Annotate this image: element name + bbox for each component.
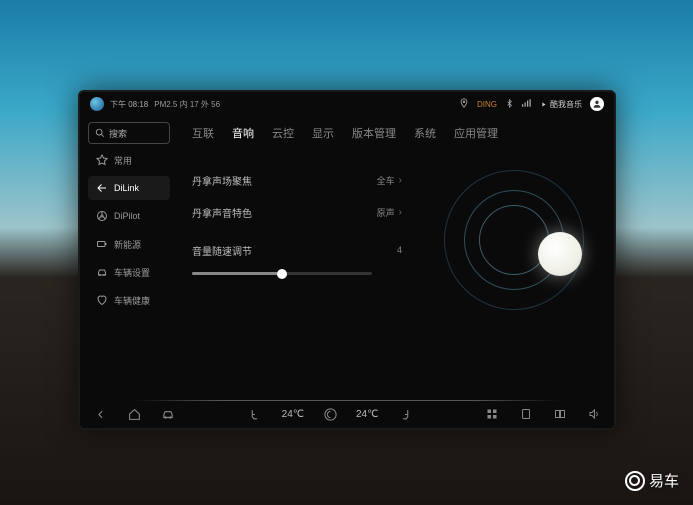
slider-fill (192, 272, 282, 275)
tab-apps[interactable]: 应用管理 (454, 125, 498, 141)
chevron-right-icon: › (399, 207, 402, 218)
sidebar-label: 新能源 (114, 238, 141, 251)
audio-settings: 丹拿声场聚焦 全车 › 丹拿声音特色 原声 › 音量随速调节 4 (192, 164, 402, 275)
music-button[interactable]: 酷我音乐 (540, 99, 582, 110)
star-icon (96, 154, 108, 166)
setting-sound-tone[interactable]: 丹拿声音特色 原声 › (192, 196, 402, 228)
search-icon (95, 128, 105, 138)
slider-knob[interactable] (277, 269, 287, 279)
status-bar: 下午 08:18 PM2.5 内 17 外 56 DING 酷我音乐 (80, 92, 614, 116)
focus-orb[interactable] (538, 232, 582, 276)
setting-label: 丹拿声场聚焦 (192, 173, 252, 188)
sidebar: 搜索 常用 DiLink DiPilot 新能源 车辆设置 (80, 116, 178, 404)
signal-icon (522, 99, 532, 109)
sidebar-item-vehicle-health[interactable]: 车辆健康 (88, 288, 170, 312)
tab-cloud[interactable]: 云控 (272, 125, 294, 141)
setting-value: 原声 (377, 206, 395, 219)
steering-icon (96, 210, 108, 222)
sidebar-item-dilink[interactable]: DiLink (88, 176, 170, 200)
bluetooth-icon[interactable] (505, 99, 514, 110)
tab-connect[interactable]: 互联 (192, 125, 214, 141)
back-icon (96, 182, 108, 194)
sidebar-item-energy[interactable]: 新能源 (88, 232, 170, 256)
tab-bar: 互联 音响 云控 显示 版本管理 系统 应用管理 (192, 120, 600, 146)
content-area: 互联 音响 云控 显示 版本管理 系统 应用管理 丹拿声场聚焦 全车 › 丹拿声音… (178, 116, 614, 404)
notifications-button[interactable] (518, 406, 534, 422)
seat-left-button[interactable] (248, 406, 264, 422)
sound-visualization (434, 160, 594, 320)
volume-slider[interactable] (192, 272, 372, 275)
setting-volume-speed: 音量随速调节 4 (192, 234, 402, 266)
tab-system[interactable]: 系统 (414, 125, 436, 141)
chevron-right-icon: › (399, 175, 402, 186)
climate-button[interactable] (322, 406, 338, 422)
pm25-readout: PM2.5 内 17 外 56 (154, 99, 220, 110)
sidebar-label: DiPilot (114, 211, 140, 221)
sidebar-label: 车辆设置 (114, 266, 150, 279)
sidebar-label: DiLink (114, 183, 139, 193)
search-input[interactable]: 搜索 (88, 122, 170, 144)
ring-icon (479, 205, 549, 275)
watermark-label: 易车 (649, 470, 679, 491)
apps-button[interactable] (484, 406, 500, 422)
sidebar-item-vehicle-settings[interactable]: 车辆设置 (88, 260, 170, 284)
globe-icon (90, 97, 104, 111)
bottom-bar: 24℃ 24℃ (80, 400, 614, 428)
music-label: 酷我音乐 (550, 99, 582, 110)
setting-sound-focus[interactable]: 丹拿声场聚焦 全车 › (192, 164, 402, 196)
tab-audio[interactable]: 音响 (232, 125, 254, 141)
sidebar-label: 常用 (114, 154, 132, 167)
watermark: 易车 (625, 470, 679, 491)
back-button[interactable] (92, 406, 108, 422)
ding-label: DING (477, 100, 497, 109)
sidebar-item-frequent[interactable]: 常用 (88, 148, 170, 172)
watermark-icon (625, 471, 645, 491)
sidebar-label: 车辆健康 (114, 294, 150, 307)
setting-label: 丹拿声音特色 (192, 205, 252, 220)
avatar-icon[interactable] (590, 97, 604, 111)
car-icon (96, 266, 108, 278)
clock: 下午 08:18 (110, 99, 148, 110)
tab-display[interactable]: 显示 (312, 125, 334, 141)
location-icon[interactable] (459, 98, 469, 110)
temp-right[interactable]: 24℃ (356, 409, 378, 420)
split-button[interactable] (552, 406, 568, 422)
setting-value: 全车 (377, 174, 395, 187)
car-button[interactable] (160, 406, 176, 422)
search-placeholder: 搜索 (109, 127, 127, 140)
battery-icon (96, 238, 108, 250)
volume-button[interactable] (586, 406, 602, 422)
setting-value: 4 (397, 245, 402, 255)
sidebar-item-dipilot[interactable]: DiPilot (88, 204, 170, 228)
seat-right-button[interactable] (396, 406, 412, 422)
home-button[interactable] (126, 406, 142, 422)
infotainment-screen: 下午 08:18 PM2.5 内 17 外 56 DING 酷我音乐 (78, 90, 616, 430)
temp-left[interactable]: 24℃ (282, 409, 304, 420)
setting-label: 音量随速调节 (192, 243, 252, 258)
health-icon (96, 294, 108, 306)
tab-version[interactable]: 版本管理 (352, 125, 396, 141)
